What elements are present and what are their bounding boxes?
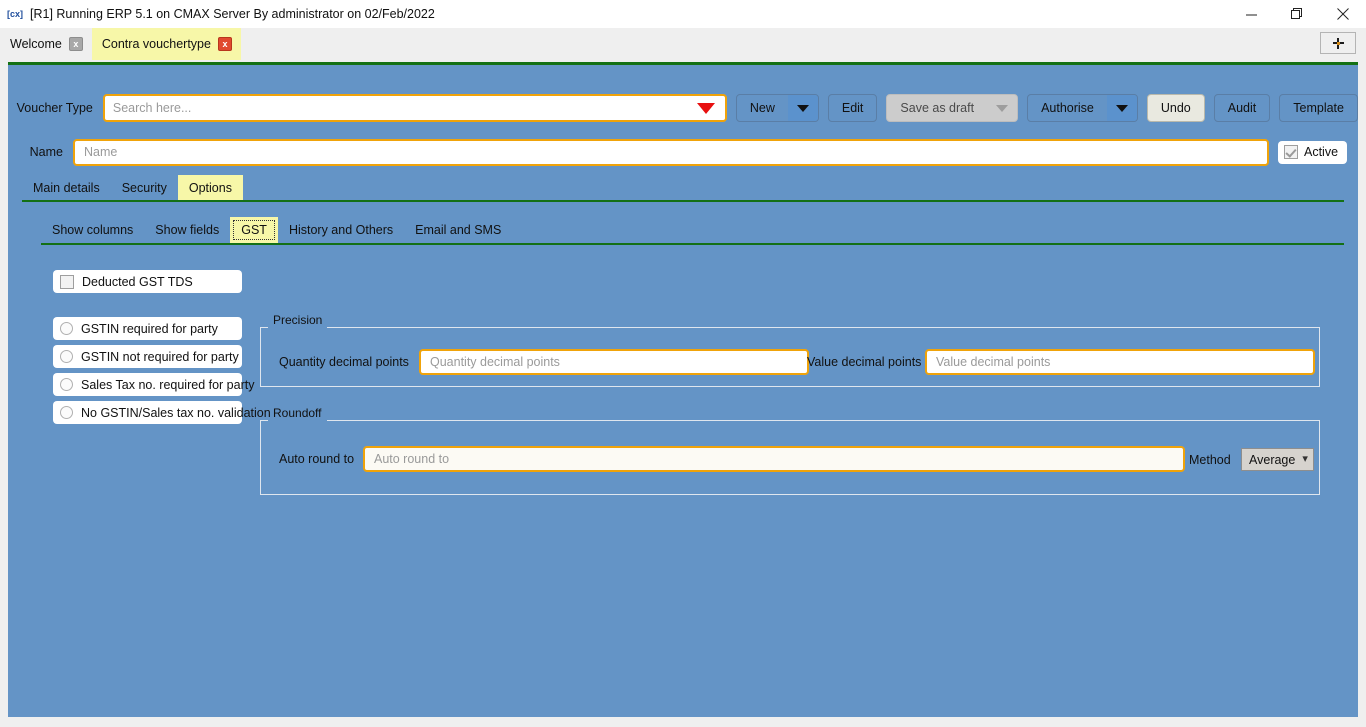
name-field[interactable] xyxy=(73,138,1269,166)
roundoff-group-caption: Roundoff xyxy=(273,405,322,420)
method-selected-value: Average xyxy=(1249,452,1296,467)
document-tab-contra-vouchertype[interactable]: Contra vouchertype x xyxy=(91,28,241,60)
roundoff-group-header: Roundoff xyxy=(261,406,1319,421)
option-sales-tax-no-required-for-party[interactable]: Sales Tax no. required for party xyxy=(53,373,254,396)
radio-icon[interactable] xyxy=(60,378,73,391)
chevron-down-icon[interactable] xyxy=(1106,95,1137,121)
edit-button[interactable]: Edit xyxy=(827,94,878,122)
content-shell: Voucher Type New Edit Save as draft Auth… xyxy=(8,62,1358,717)
quantity-decimal-points-row: Quantity decimal points xyxy=(279,349,809,375)
new-button-label: New xyxy=(749,101,775,115)
document-tab-welcome[interactable]: Welcome x xyxy=(0,28,92,60)
authorise-button-label: Authorise xyxy=(1041,101,1094,115)
subtab-history-and-others[interactable]: History and Others xyxy=(278,217,404,243)
close-icon[interactable]: x xyxy=(217,37,232,51)
dropdown-arrow-icon[interactable] xyxy=(696,102,715,114)
chevron-down-icon[interactable] xyxy=(787,95,818,121)
maximize-icon[interactable] xyxy=(1274,0,1320,28)
tab-options[interactable]: Options xyxy=(177,175,243,200)
window-controls xyxy=(1228,0,1366,28)
value-decimal-points-input[interactable] xyxy=(927,351,1313,373)
primary-tabs: Main details Security Options xyxy=(22,175,1344,202)
chevron-down-icon[interactable] xyxy=(987,95,1018,121)
precision-group-caption: Precision xyxy=(273,312,323,327)
window-title: [R1] Running ERP 5.1 on CMAX Server By a… xyxy=(30,7,435,21)
radio-icon[interactable] xyxy=(60,406,73,419)
close-icon[interactable] xyxy=(1320,0,1366,28)
app-icon: [cx] xyxy=(6,9,23,19)
tab-main-details[interactable]: Main details xyxy=(22,175,111,200)
tab-security[interactable]: Security xyxy=(111,175,178,200)
checkbox-icon[interactable] xyxy=(1284,145,1298,159)
option-label: No GSTIN/Sales tax no. validation xyxy=(81,405,271,420)
subtab-show-columns[interactable]: Show columns xyxy=(41,217,144,243)
auto-round-to-field[interactable] xyxy=(363,446,1185,472)
voucher-type-row: Voucher Type New Edit Save as draft Auth… xyxy=(8,93,1358,123)
document-tab-label: Welcome xyxy=(10,37,62,51)
active-checkbox-row[interactable]: Active xyxy=(1278,140,1348,164)
method-row: Method Average ▾ xyxy=(1189,448,1314,471)
name-input[interactable] xyxy=(75,140,1267,164)
subtab-show-fields[interactable]: Show fields xyxy=(144,217,230,243)
quantity-decimal-points-input[interactable] xyxy=(421,351,807,373)
radio-icon[interactable] xyxy=(60,322,73,335)
minimize-icon[interactable] xyxy=(1228,0,1274,28)
document-tab-strip: Welcome x Contra vouchertype x xyxy=(0,28,1366,60)
voucher-type-search[interactable] xyxy=(102,94,727,122)
title-bar: [cx] [R1] Running ERP 5.1 on CMAX Server… xyxy=(0,0,1366,28)
auto-round-to-row: Auto round to xyxy=(279,446,1185,472)
toolbar: New Edit Save as draft Authorise Undo Au… xyxy=(735,94,1358,122)
roundoff-group: Roundoff Auto round to Method Average ▾ xyxy=(260,406,1320,495)
name-row: Name Active xyxy=(8,137,1358,167)
voucher-type-input[interactable] xyxy=(104,96,697,120)
audit-button[interactable]: Audit xyxy=(1213,94,1271,122)
option-label: GSTIN not required for party xyxy=(81,349,239,364)
option-gstin-required-for-party[interactable]: GSTIN required for party xyxy=(53,317,242,340)
method-label: Method xyxy=(1189,452,1231,467)
value-decimal-points-row: Value decimal points xyxy=(807,349,1315,375)
voucher-type-label: Voucher Type xyxy=(16,101,93,115)
authorise-button[interactable]: Authorise xyxy=(1027,94,1138,122)
checkbox-icon[interactable] xyxy=(60,274,74,289)
active-label: Active xyxy=(1304,145,1339,159)
name-label: Name xyxy=(29,145,63,159)
sub-tabs: Show columns Show fields GST History and… xyxy=(41,217,1344,245)
precision-group: Precision Quantity decimal points Value … xyxy=(260,313,1320,387)
auto-round-to-label: Auto round to xyxy=(279,452,355,466)
chevron-down-icon[interactable]: ▾ xyxy=(1302,454,1308,465)
quantity-decimal-points-label: Quantity decimal points xyxy=(279,355,409,369)
subtab-email-and-sms[interactable]: Email and SMS xyxy=(404,217,512,243)
new-tab-area xyxy=(1320,28,1366,60)
value-decimal-points-field[interactable] xyxy=(925,349,1315,375)
precision-group-header: Precision xyxy=(261,313,1319,328)
save-as-draft-label: Save as draft xyxy=(900,101,975,115)
value-decimal-points-label: Value decimal points xyxy=(807,355,922,369)
option-label: Deducted GST TDS xyxy=(82,274,193,289)
undo-button[interactable]: Undo xyxy=(1146,94,1205,122)
option-deducted-gst-tds[interactable]: Deducted GST TDS xyxy=(53,270,242,293)
close-icon[interactable]: x xyxy=(68,37,83,51)
quantity-decimal-points-field[interactable] xyxy=(419,349,809,375)
new-tab-button[interactable] xyxy=(1320,32,1356,54)
document-tab-label: Contra vouchertype xyxy=(101,37,211,51)
option-label: GSTIN required for party xyxy=(81,321,218,336)
template-button[interactable]: Template xyxy=(1279,94,1358,122)
radio-icon[interactable] xyxy=(60,350,73,363)
option-label: Sales Tax no. required for party xyxy=(81,377,255,392)
plus-accent-dot xyxy=(1336,41,1340,45)
option-gstin-not-required-for-party[interactable]: GSTIN not required for party xyxy=(53,345,242,368)
method-select[interactable]: Average ▾ xyxy=(1241,448,1314,471)
save-as-draft-button[interactable]: Save as draft xyxy=(886,94,1019,122)
subtab-gst[interactable]: GST xyxy=(230,217,278,243)
gst-options-column: Deducted GST TDS GSTIN required for part… xyxy=(53,270,271,429)
new-button[interactable]: New xyxy=(735,94,819,122)
auto-round-to-input[interactable] xyxy=(365,448,1183,470)
option-no-gstin-sales-tax-validation[interactable]: No GSTIN/Sales tax no. validation xyxy=(53,401,271,424)
